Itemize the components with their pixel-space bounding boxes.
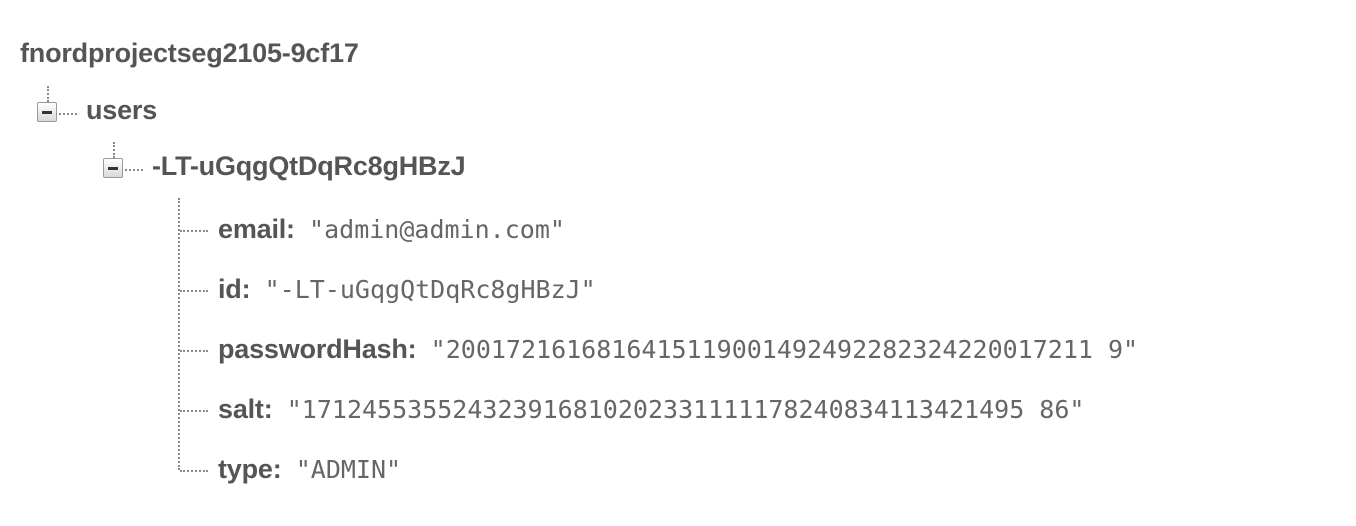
users-collapse-toggle-icon[interactable] [37,102,57,122]
user-connector-horizontal [125,169,143,171]
field-colon: : [272,454,282,484]
field-value-type[interactable]: "ADMIN" [296,455,401,484]
passwordhash-connector [180,350,208,352]
field-colon: : [407,334,417,364]
field-row-id: id: "-LT-uGqgQtDqRc8gHBzJ" [218,269,596,310]
field-key-salt[interactable]: salt [218,394,264,424]
field-row-email: email: "admin@admin.com" [218,209,565,250]
user-node-label[interactable]: -LT-uGqgQtDqRc8gHBzJ [152,151,466,182]
database-root-label[interactable]: fnordprojectseg2105-9cf17 [20,38,359,69]
field-key-type[interactable]: type [218,454,273,484]
users-connector-horizontal [59,113,77,115]
field-colon: : [263,394,273,424]
field-value-email[interactable]: "admin@admin.com" [309,215,565,244]
type-connector [180,470,208,472]
field-key-id[interactable]: id [218,274,242,304]
field-key-passwordhash[interactable]: passwordHash [218,334,408,364]
field-row-passwordhash: passwordHash: "20017216168164151190014924… [218,329,1138,370]
user-connector-vertical [113,142,115,158]
salt-connector [180,410,208,412]
field-value-id[interactable]: "-LT-uGqgQtDqRc8gHBzJ" [265,275,596,304]
field-value-salt[interactable]: "171245535524323916810202331111178240834… [287,395,1085,424]
users-connector-vertical [47,86,49,102]
children-connector-vertical [178,198,180,470]
field-key-email[interactable]: email [218,214,286,244]
field-row-salt: salt: "1712455355243239168102023311111782… [218,389,1084,430]
email-connector [180,230,208,232]
user-collapse-toggle-icon[interactable] [103,158,123,178]
field-value-passwordhash[interactable]: "200172161681641511900149249228232422001… [431,335,1138,364]
field-row-type: type: "ADMIN" [218,449,401,490]
id-connector [180,290,208,292]
users-node-label[interactable]: users [86,95,157,126]
field-colon: : [241,274,251,304]
field-colon: : [286,214,296,244]
